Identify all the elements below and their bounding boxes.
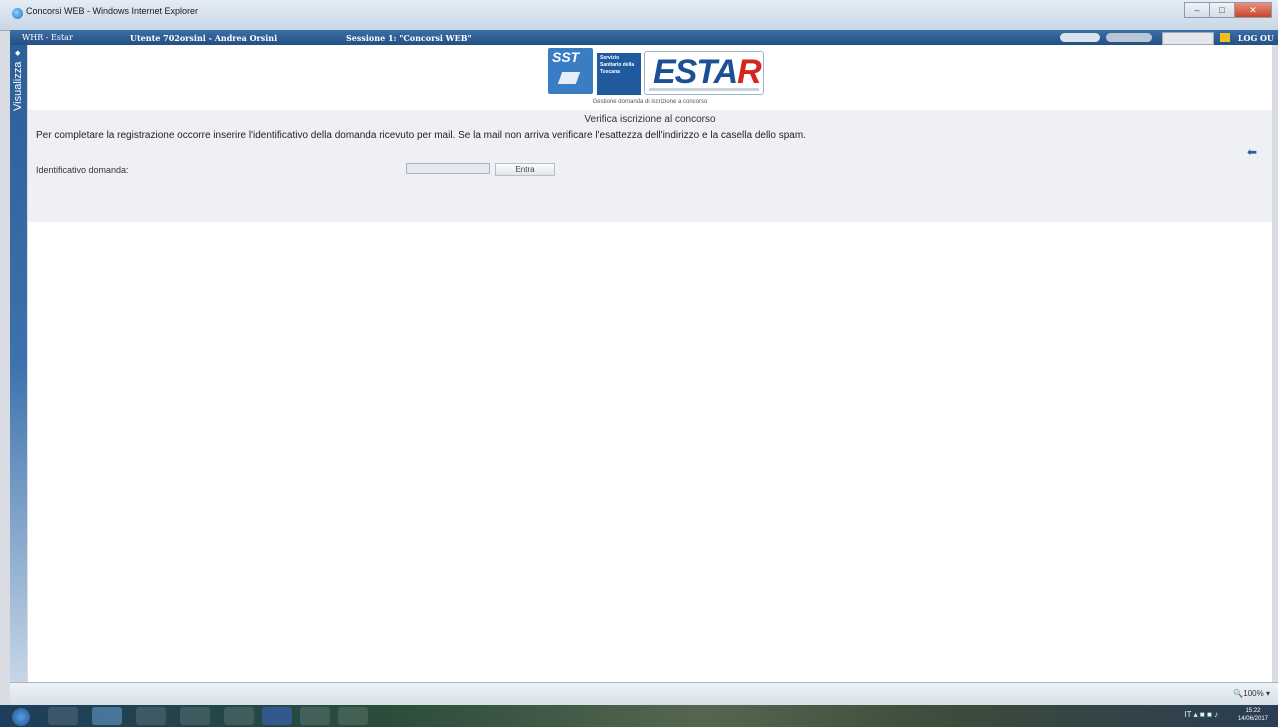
estar-wordmark: ESTAR <box>653 53 762 91</box>
sst-figure-icon <box>557 72 581 84</box>
window-titlebar: Concorsi WEB - Windows Internet Explorer… <box>0 0 1278 31</box>
sst-caption: Servizio Sanitario della Toscana <box>597 53 641 95</box>
sst-logo-text: SST <box>552 49 580 65</box>
folder-taskbar-icon[interactable] <box>300 707 330 725</box>
maximize-button[interactable]: □ <box>1209 2 1235 18</box>
estar-logo: ESTAR <box>644 51 764 95</box>
clock[interactable]: 15:22 14/06/2017 <box>1238 707 1268 723</box>
status-indicator-icon <box>1060 33 1100 42</box>
logout-button[interactable]: LOG OU <box>1238 33 1274 43</box>
identifier-label: Identificativo domanda: <box>36 165 129 175</box>
windows-taskbar: IT ▴ ■ ■ ♪ 15:22 14/06/2017 <box>0 705 1278 727</box>
chrome-taskbar-icon[interactable] <box>180 707 210 725</box>
back-arrow-icon[interactable]: ⬅ <box>1247 146 1261 158</box>
identifier-input[interactable] <box>406 163 490 174</box>
window-title: Concorsi WEB - Windows Internet Explorer <box>26 6 199 16</box>
app2-taskbar-icon[interactable] <box>338 707 368 725</box>
enter-button[interactable]: Entra <box>495 163 555 176</box>
app-brand: WHR - Estar <box>22 33 73 42</box>
zoom-level[interactable]: 🔍100% ▾ <box>1233 689 1270 698</box>
search-icon[interactable] <box>1106 33 1152 42</box>
internet-explorer-taskbar-icon[interactable] <box>92 707 122 725</box>
minimize-button[interactable]: – <box>1184 2 1210 18</box>
internet-explorer-icon <box>12 8 23 19</box>
visualizza-sidebar[interactable]: ◆ Visualizza <box>10 45 27 682</box>
app-header-bar: WHR - Estar Utente 702orsini - Andrea Or… <box>10 30 1278 45</box>
user-info: Utente 702orsini - Andrea Orsini <box>130 33 278 43</box>
instructions-text: Per completare la registrazione occorre … <box>36 130 806 141</box>
page-title: Verifica iscrizione al concorso <box>584 114 716 125</box>
start-button-icon[interactable] <box>12 708 30 726</box>
sst-logo: SST <box>548 48 593 94</box>
page-subtitle: Gestione domanda di iscrizione a concors… <box>592 99 708 105</box>
window-controls: – □ ✕ <box>1184 2 1272 18</box>
app-taskbar-icon[interactable] <box>136 707 166 725</box>
system-tray[interactable]: IT ▴ ■ ■ ♪ <box>1184 710 1218 719</box>
header-logos: SST Servizio Sanitario della Toscana EST… <box>548 48 764 98</box>
estar-tagline <box>649 88 759 91</box>
close-button[interactable]: ✕ <box>1234 2 1272 18</box>
main-content: SST Servizio Sanitario della Toscana EST… <box>28 45 1272 682</box>
toolbar-icons[interactable] <box>1162 32 1214 45</box>
session-info: Sessione 1: "Concorsi WEB" <box>346 33 472 43</box>
browser-statusbar: 🔍100% ▾ <box>10 682 1278 706</box>
expand-arrow-icon[interactable]: ◆ <box>15 49 20 57</box>
form-panel <box>28 110 1272 222</box>
explorer-taskbar-icon[interactable] <box>48 707 78 725</box>
sidebar-label[interactable]: Visualizza <box>12 62 24 111</box>
word-taskbar-icon[interactable] <box>262 707 292 725</box>
firefox-taskbar-icon[interactable] <box>224 707 254 725</box>
favorite-icon[interactable] <box>1220 33 1230 42</box>
